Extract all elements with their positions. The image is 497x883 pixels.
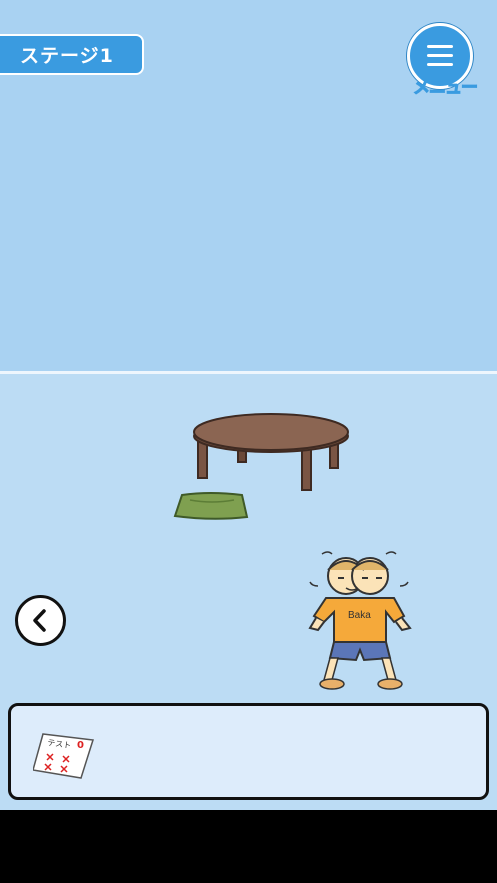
hamburger-menu-icon bbox=[427, 45, 453, 72]
test-paper-icon: テスト 0 bbox=[32, 733, 94, 779]
menu-label[interactable]: メニュー bbox=[406, 73, 484, 99]
low-table[interactable] bbox=[190, 408, 352, 492]
shirt-text: Baka bbox=[348, 610, 371, 621]
paper-score: 0 bbox=[77, 740, 84, 751]
back-button[interactable] bbox=[15, 595, 66, 646]
stage-badge: ステージ1 bbox=[0, 34, 144, 75]
inventory-panel: テスト 0 bbox=[8, 703, 489, 800]
chevron-left-icon bbox=[33, 609, 46, 632]
bottom-black-bar bbox=[0, 810, 497, 883]
stage-label: ステージ1 bbox=[20, 45, 114, 67]
dizzy-boy-character[interactable]: Baka bbox=[302, 548, 418, 692]
floor-cushion[interactable] bbox=[172, 490, 250, 522]
inventory-slot-1[interactable]: テスト 0 bbox=[32, 728, 97, 780]
